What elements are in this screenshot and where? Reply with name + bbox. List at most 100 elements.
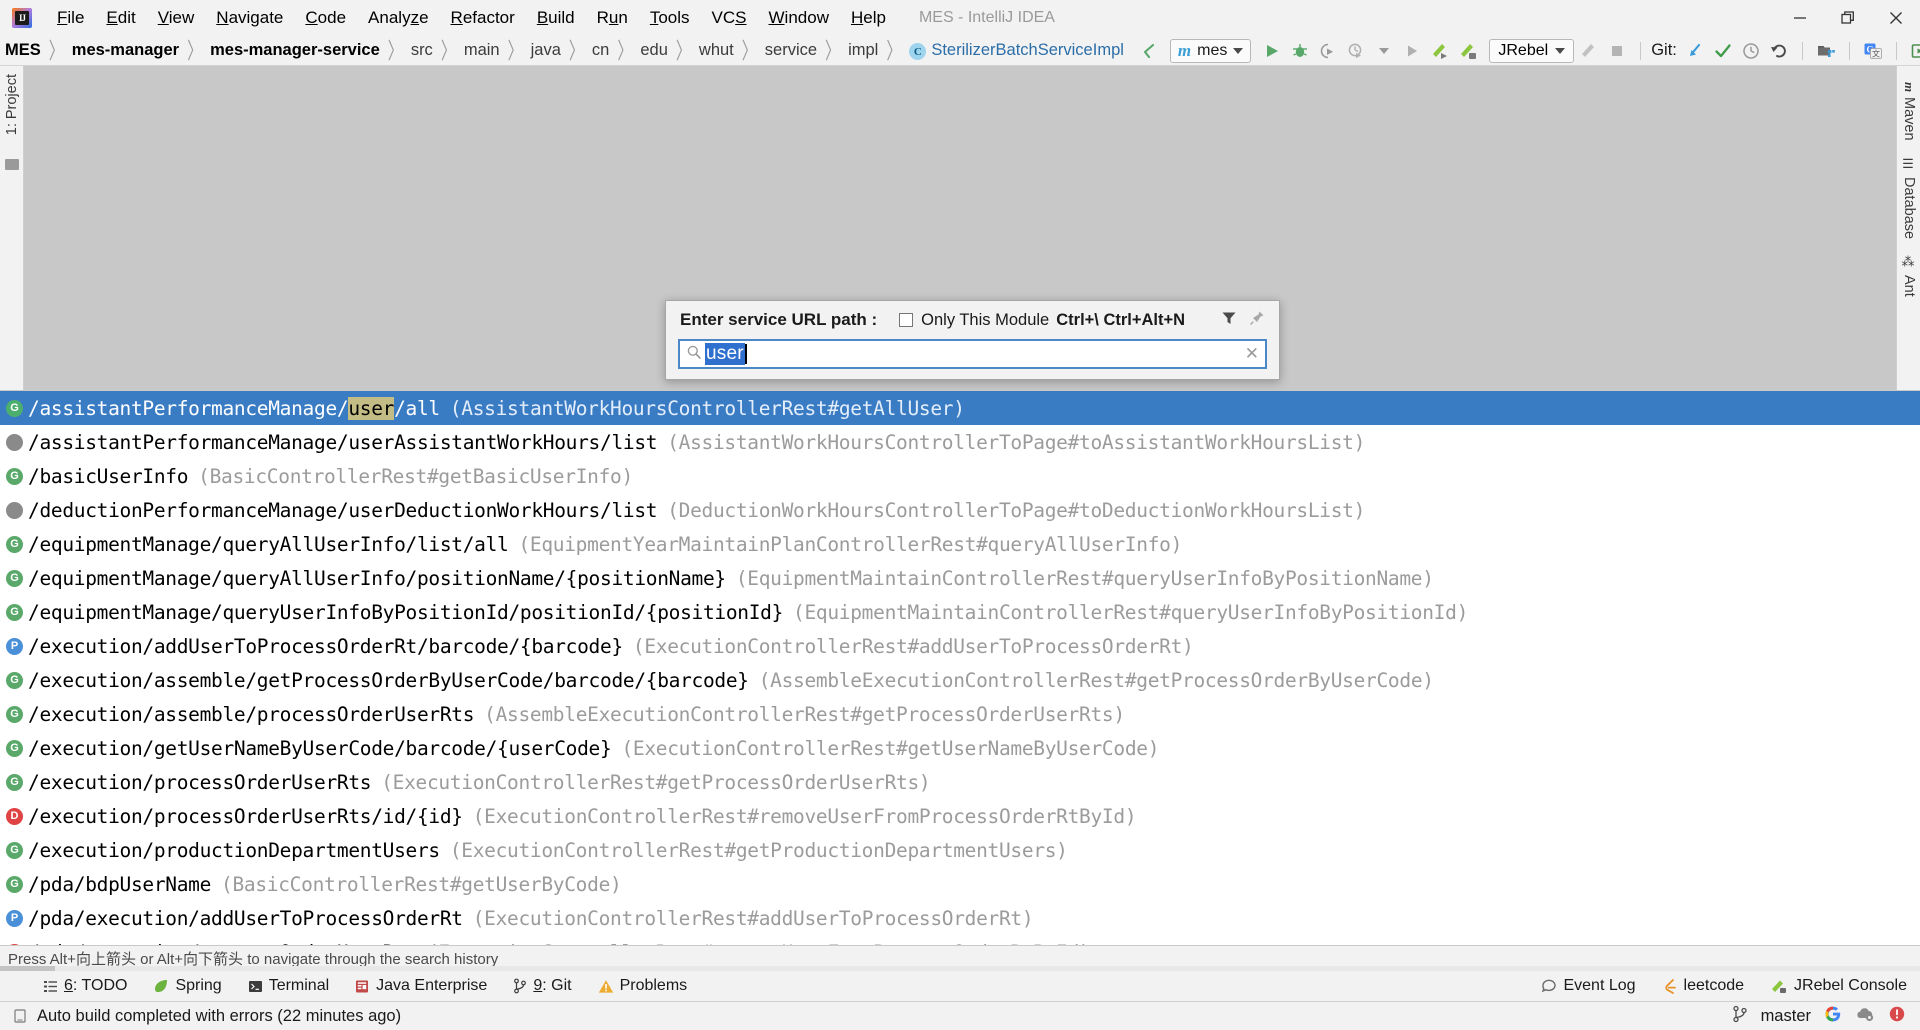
menu-item-code[interactable]: Code	[294, 5, 357, 31]
http-method-g-icon: G	[6, 773, 23, 791]
java-enterprise-icon	[355, 979, 370, 994]
error-icon[interactable]	[1888, 1005, 1906, 1028]
update-project-icon[interactable]	[1682, 39, 1708, 63]
jrebel-run-icon[interactable]	[1427, 39, 1453, 63]
breadcrumb-item-edu[interactable]: edu	[638, 41, 670, 60]
menu-item-help[interactable]: Help	[840, 5, 897, 31]
search-result-row[interactable]: G/equipmentManage/queryAllUserInfo/posit…	[0, 561, 1920, 595]
clear-icon[interactable]: ✕	[1245, 344, 1259, 364]
back-arrow-icon[interactable]	[1136, 39, 1162, 63]
search-result-row[interactable]: G/execution/productionDepartmentUsers (Ex…	[0, 833, 1920, 867]
pin-icon[interactable]	[1249, 310, 1265, 331]
debug-icon[interactable]	[1287, 39, 1313, 63]
filter-icon[interactable]	[1221, 310, 1237, 331]
menu-item-edit[interactable]: Edit	[95, 5, 146, 31]
breadcrumb-item-cn[interactable]: cn	[590, 41, 611, 60]
search-result-row[interactable]: D/pda/execution/processOrderUserRts(Exec…	[0, 935, 1920, 945]
tool-window-6-todo[interactable]: 6: TODO	[30, 977, 140, 995]
menu-item-vcs[interactable]: VCS	[701, 5, 758, 31]
tool-window-problems[interactable]: Problems	[585, 977, 701, 995]
search-result-row[interactable]: G/execution/processOrderUserRts (Executio…	[0, 765, 1920, 799]
tool-window-java-enterprise[interactable]: Java Enterprise	[342, 977, 500, 995]
menu-item-build[interactable]: Build	[526, 5, 586, 31]
chevron-down-icon	[1233, 47, 1244, 54]
breadcrumb-item-mes[interactable]: MES	[3, 41, 43, 60]
menu-item-tools[interactable]: Tools	[639, 5, 701, 31]
close-icon[interactable]	[1872, 0, 1920, 36]
search-result-row[interactable]: G/execution/assemble/processOrderUserRts…	[0, 697, 1920, 731]
tool-window-terminal[interactable]: Terminal	[235, 977, 342, 995]
breadcrumb-item-src[interactable]: src	[409, 41, 435, 60]
breadcrumb-item-java[interactable]: java	[529, 41, 563, 60]
result-handler: (AssembleExecutionControllerRest#getProc…	[758, 668, 1434, 692]
more-run-icon	[1399, 39, 1425, 63]
search-result-row[interactable]: D/execution/processOrderUserRts/id/{id} (…	[0, 799, 1920, 833]
breadcrumb-separator-icon: 〉	[617, 39, 633, 65]
search-result-row[interactable]: P/pda/execution/addUserToProcessOrderRt (…	[0, 901, 1920, 935]
sidebar-item-ant[interactable]: ⁂ Ant	[1897, 247, 1920, 305]
tool-window-leetcode[interactable]: leetcode	[1649, 977, 1758, 995]
sidebar-item-project[interactable]: 1: Project	[0, 66, 24, 149]
minimize-icon[interactable]	[1776, 0, 1824, 36]
result-handler: (BasicControllerRest#getBasicUserInfo)	[198, 464, 633, 488]
search-result-row[interactable]: G/assistantPerformanceManage/user/all (As…	[0, 391, 1920, 425]
breadcrumb-item-mes-manager[interactable]: mes-manager	[70, 41, 181, 60]
search-results-list[interactable]: G/assistantPerformanceManage/user/all (As…	[0, 390, 1920, 945]
menu-item-file[interactable]: File	[46, 5, 95, 31]
maximize-icon[interactable]	[1824, 0, 1872, 36]
breadcrumb-item-mes-manager-service[interactable]: mes-manager-service	[208, 41, 382, 60]
breadcrumb-separator-icon: 〉	[568, 39, 584, 65]
sidebar-item-maven[interactable]: m Maven	[1897, 66, 1920, 149]
run-configuration-selector[interactable]: m mes	[1169, 38, 1252, 63]
jrebel-selector[interactable]: JRebel	[1489, 38, 1575, 63]
search-result-row[interactable]: /assistantPerformanceManage/userAssistan…	[0, 425, 1920, 459]
current-branch[interactable]: master	[1761, 1007, 1811, 1026]
breadcrumb-item-class[interactable]: C SterilizerBatchServiceImpl	[907, 41, 1126, 61]
result-handler: (ExecutionControllerRest#removeUserFromP…	[472, 804, 1137, 828]
search-result-row[interactable]: G/execution/getUserNameByUserCode/barcod…	[0, 731, 1920, 765]
commit-checkmark-icon[interactable]	[1710, 39, 1736, 63]
menu-item-view[interactable]: View	[147, 5, 206, 31]
horizontal-scrollbar[interactable]	[0, 966, 1920, 971]
settings-cloud-icon[interactable]	[1855, 1005, 1875, 1028]
menu-item-window[interactable]: Window	[758, 5, 840, 31]
menu-item-navigate[interactable]: Navigate	[205, 5, 294, 31]
tool-window-jrebel-console[interactable]: JRebel Console	[1757, 977, 1920, 995]
breadcrumb-item-main[interactable]: main	[462, 41, 502, 60]
search-result-row[interactable]: G/basicUserInfo (BasicControllerRest#getB…	[0, 459, 1920, 493]
result-handler: (ExecutionControllerRest#addUserToProces…	[632, 634, 1194, 658]
tool-window-icon[interactable]	[1907, 39, 1920, 63]
breadcrumb-item-whut[interactable]: whut	[697, 41, 736, 60]
history-clock-icon[interactable]	[1738, 39, 1764, 63]
project-structure-icon[interactable]	[1813, 39, 1839, 63]
jrebel-debug-icon[interactable]	[1455, 39, 1481, 63]
breadcrumb-item-impl[interactable]: impl	[846, 41, 880, 60]
search-result-row[interactable]: /deductionPerformanceManage/userDeductio…	[0, 493, 1920, 527]
menu-item-analyze[interactable]: Analyze	[357, 5, 440, 31]
only-this-module-label[interactable]: Only This Module	[921, 311, 1049, 330]
breadcrumb-separator-icon: 〉	[675, 39, 691, 65]
result-handler: (EquipmentMaintainControllerRest#queryUs…	[735, 566, 1434, 590]
result-path: /pda/execution/addUserToProcessOrderRt	[28, 906, 463, 930]
tool-window-event-log[interactable]: Event Log	[1528, 977, 1648, 995]
search-result-row[interactable]: G/execution/assemble/getProcessOrderByUs…	[0, 663, 1920, 697]
tool-window-spring[interactable]: Spring	[140, 977, 234, 995]
search-result-row[interactable]: G/equipmentManage/queryUserInfoByPositio…	[0, 595, 1920, 629]
search-result-row[interactable]: G/pda/bdpUserName (BasicControllerRest#ge…	[0, 867, 1920, 901]
search-result-row[interactable]: G/equipmentManage/queryAllUserInfo/list/…	[0, 527, 1920, 561]
breadcrumb-item-service[interactable]: service	[763, 41, 819, 60]
run-icon[interactable]	[1259, 39, 1285, 63]
tool-window-9-git[interactable]: 9: Git	[500, 977, 584, 995]
tool-window-label: Terminal	[268, 977, 330, 994]
only-this-module-checkbox[interactable]	[899, 313, 914, 327]
run-dropdown-icon[interactable]	[1371, 39, 1397, 63]
sidebar-item-database[interactable]: ☰ Database	[1897, 149, 1920, 247]
google-translate-icon[interactable]: G 文	[1860, 39, 1886, 63]
search-result-row[interactable]: P/execution/addUserToProcessOrderRt/barc…	[0, 629, 1920, 663]
revert-icon[interactable]	[1766, 39, 1792, 63]
http-method-g-icon: G	[6, 841, 23, 859]
search-input[interactable]: user ✕	[678, 339, 1267, 369]
menu-item-refactor[interactable]: Refactor	[440, 5, 526, 31]
menu-item-run[interactable]: Run	[586, 5, 639, 31]
google-icon[interactable]	[1824, 1005, 1842, 1028]
